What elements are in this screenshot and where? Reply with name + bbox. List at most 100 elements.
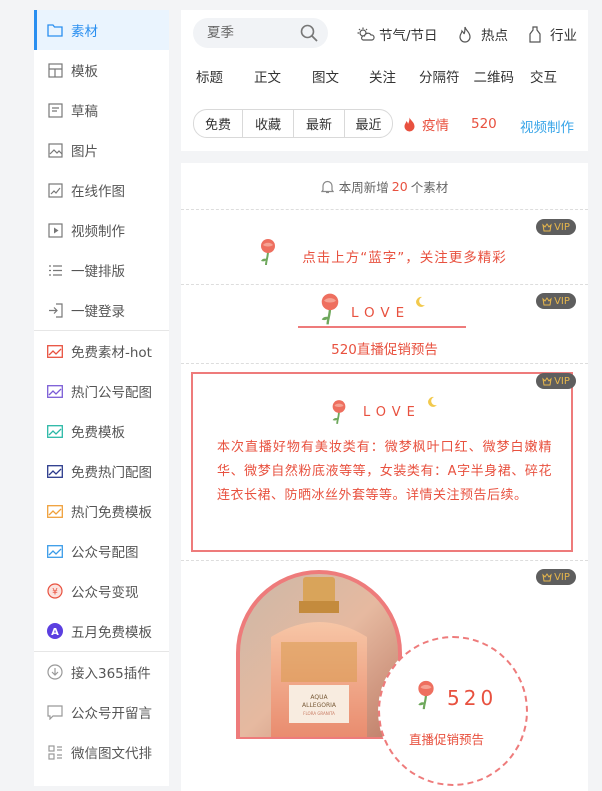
crown-icon	[542, 222, 552, 231]
sidebar-item-label: 公众号变现	[71, 585, 139, 601]
sidebar-item-login[interactable]: 一键登录	[34, 290, 169, 330]
template-icon	[47, 62, 63, 78]
tab-bar: 标题 正文 图文 关注 分隔符 二维码 交互	[181, 66, 588, 86]
category-festival[interactable]: 节气/节日	[357, 24, 438, 44]
sidebar-item-templates[interactable]: 模板	[34, 50, 169, 90]
perfume-label: AQUA	[310, 694, 328, 701]
search-input[interactable]	[205, 24, 299, 42]
online-design-icon	[47, 182, 63, 198]
moon-icon	[416, 296, 425, 307]
moon-icon	[428, 396, 437, 407]
sidebar-item-free-hot-images[interactable]: 免费热门配图	[34, 451, 169, 491]
hot-tag-label: 疫情	[422, 118, 449, 134]
vip-badge: VIP	[536, 569, 576, 585]
rose-icon	[321, 293, 339, 325]
perfume-label: ALLEGORIA	[302, 702, 337, 709]
crown-icon	[542, 296, 552, 305]
crown-icon	[542, 376, 552, 385]
sidebar-item-label: 在线作图	[71, 184, 125, 200]
sidebar-item-free-hot[interactable]: 免费素材-hot	[34, 331, 169, 371]
list-icon	[47, 262, 63, 278]
sidebar-item-hot-free-templates[interactable]: 热门免费模板	[34, 491, 169, 531]
sidebar: 素材 模板 草稿 图片 在线作图 视频制作 一键排版 一键登录 免费素材-hot…	[34, 10, 169, 786]
sidebar-item-video[interactable]: 视频制作	[34, 210, 169, 250]
chart-icon	[47, 503, 63, 519]
sidebar-item-account-images[interactable]: 公众号配图	[34, 531, 169, 571]
sidebar-item-label: 微信图文代排	[71, 746, 152, 762]
sidebar-item-images[interactable]: 图片	[34, 130, 169, 170]
sidebar-item-label: 热门公号配图	[71, 385, 152, 401]
monetize-icon: ¥	[47, 583, 63, 599]
sidebar-item-label: 模板	[71, 64, 98, 80]
category-label: 节气/节日	[379, 28, 438, 44]
draft-icon	[47, 102, 63, 118]
sidebar-item-label: 热门免费模板	[71, 505, 152, 521]
sidebar-item-label: 图片	[71, 144, 98, 160]
weekly-new-notice: 本周新增 20 个素材	[181, 163, 588, 210]
sidebar-item-label: 草稿	[71, 104, 98, 120]
sidebar-item-label: 接入365插件	[71, 666, 151, 682]
badge-a-icon: A	[47, 623, 63, 639]
sidebar-item-layout[interactable]: 一键排版	[34, 250, 169, 290]
sidebar-item-drafts[interactable]: 草稿	[34, 90, 169, 130]
filter-favorites[interactable]: 收藏	[243, 110, 294, 137]
tag-520[interactable]: 520	[471, 116, 497, 132]
material-card[interactable]: VIP LOVE 520直播促销预告	[181, 285, 588, 364]
filter-recent[interactable]: 最近	[345, 110, 392, 137]
material-card[interactable]: VIP 点击上方“蓝字”，关注更多精彩	[181, 210, 588, 285]
video-production-link[interactable]: 视频制作	[520, 116, 574, 136]
tab-qrcode[interactable]: 二维码	[474, 66, 515, 86]
sidebar-item-monetize[interactable]: ¥ 公众号变现	[34, 571, 169, 611]
category-industry[interactable]: 行业	[528, 24, 577, 44]
vip-badge: VIP	[536, 293, 576, 309]
sidebar-item-hot-images[interactable]: 热门公号配图	[34, 371, 169, 411]
comment-icon	[47, 704, 63, 720]
tab-separator[interactable]: 分隔符	[419, 66, 460, 86]
vip-label: VIP	[554, 221, 570, 233]
tab-follow[interactable]: 关注	[369, 66, 396, 86]
weekly-count: 20	[391, 178, 408, 194]
material-card[interactable]: LOVE 本次直播好物有美妆类有：微梦枫叶口红、微梦白嫩精华、微梦自然粉底液等等…	[181, 364, 588, 561]
chart-icon	[47, 423, 63, 439]
sidebar-item-label: 免费素材-hot	[71, 345, 152, 361]
title-underline	[298, 326, 466, 328]
category-hot[interactable]: 热点	[457, 24, 508, 44]
sidebar-item-comment[interactable]: 公众号开留言	[34, 692, 169, 732]
hot-tag-epidemic[interactable]: 疫情	[403, 114, 449, 134]
rose-icon	[332, 400, 346, 424]
svg-text:¥: ¥	[52, 588, 58, 598]
vip-label: VIP	[554, 571, 570, 583]
image-icon	[47, 142, 63, 158]
sidebar-item-label: 一键登录	[71, 304, 125, 320]
circle-subtitle: 直播促销预告	[409, 732, 485, 747]
weekly-prefix: 本周新增	[338, 179, 389, 195]
perfume-label: FLORA GRANITA	[303, 711, 335, 716]
sidebar-item-may-templates[interactable]: A 五月免费模板	[34, 611, 169, 651]
tab-interactive[interactable]: 交互	[530, 66, 557, 86]
tab-body[interactable]: 正文	[254, 66, 281, 86]
material-card[interactable]: VIP AQUA ALLEGORIA FLORA GRANITA 520 直播促…	[181, 561, 588, 791]
filter-free[interactable]: 免费	[194, 110, 243, 137]
sidebar-item-label: 公众号配图	[71, 545, 139, 561]
card-title: 520直播促销预告	[331, 342, 438, 358]
sidebar-item-plugin[interactable]: 接入365插件	[34, 652, 169, 692]
tab-title[interactable]: 标题	[196, 66, 223, 86]
sidebar-item-label: 视频制作	[71, 224, 125, 240]
bottle-icon	[529, 25, 541, 43]
circle-number: 520	[447, 686, 498, 710]
tab-image-text[interactable]: 图文	[312, 66, 339, 86]
crown-icon	[542, 572, 552, 581]
category-label: 热点	[481, 28, 508, 44]
search-icon[interactable]	[300, 24, 318, 46]
sidebar-item-materials[interactable]: 素材	[34, 10, 169, 50]
sidebar-item-online-design[interactable]: 在线作图	[34, 170, 169, 210]
follow-hint: 点击上方“蓝字”，关注更多精彩	[302, 250, 507, 266]
material-feed: 本周新增 20 个素材 VIP 点击上方“蓝字”，关注更多精彩 VIP LOVE…	[181, 163, 588, 791]
filter-newest[interactable]: 最新	[294, 110, 345, 137]
filter-group: 免费 收藏 最新 最近	[193, 109, 393, 138]
sidebar-item-wechat-layout[interactable]: 微信图文代排	[34, 732, 169, 772]
plugin-icon	[47, 664, 63, 680]
chart-icon	[47, 543, 63, 559]
sidebar-item-free-templates[interactable]: 免费模板	[34, 411, 169, 451]
weekly-suffix: 个素材	[410, 179, 449, 195]
